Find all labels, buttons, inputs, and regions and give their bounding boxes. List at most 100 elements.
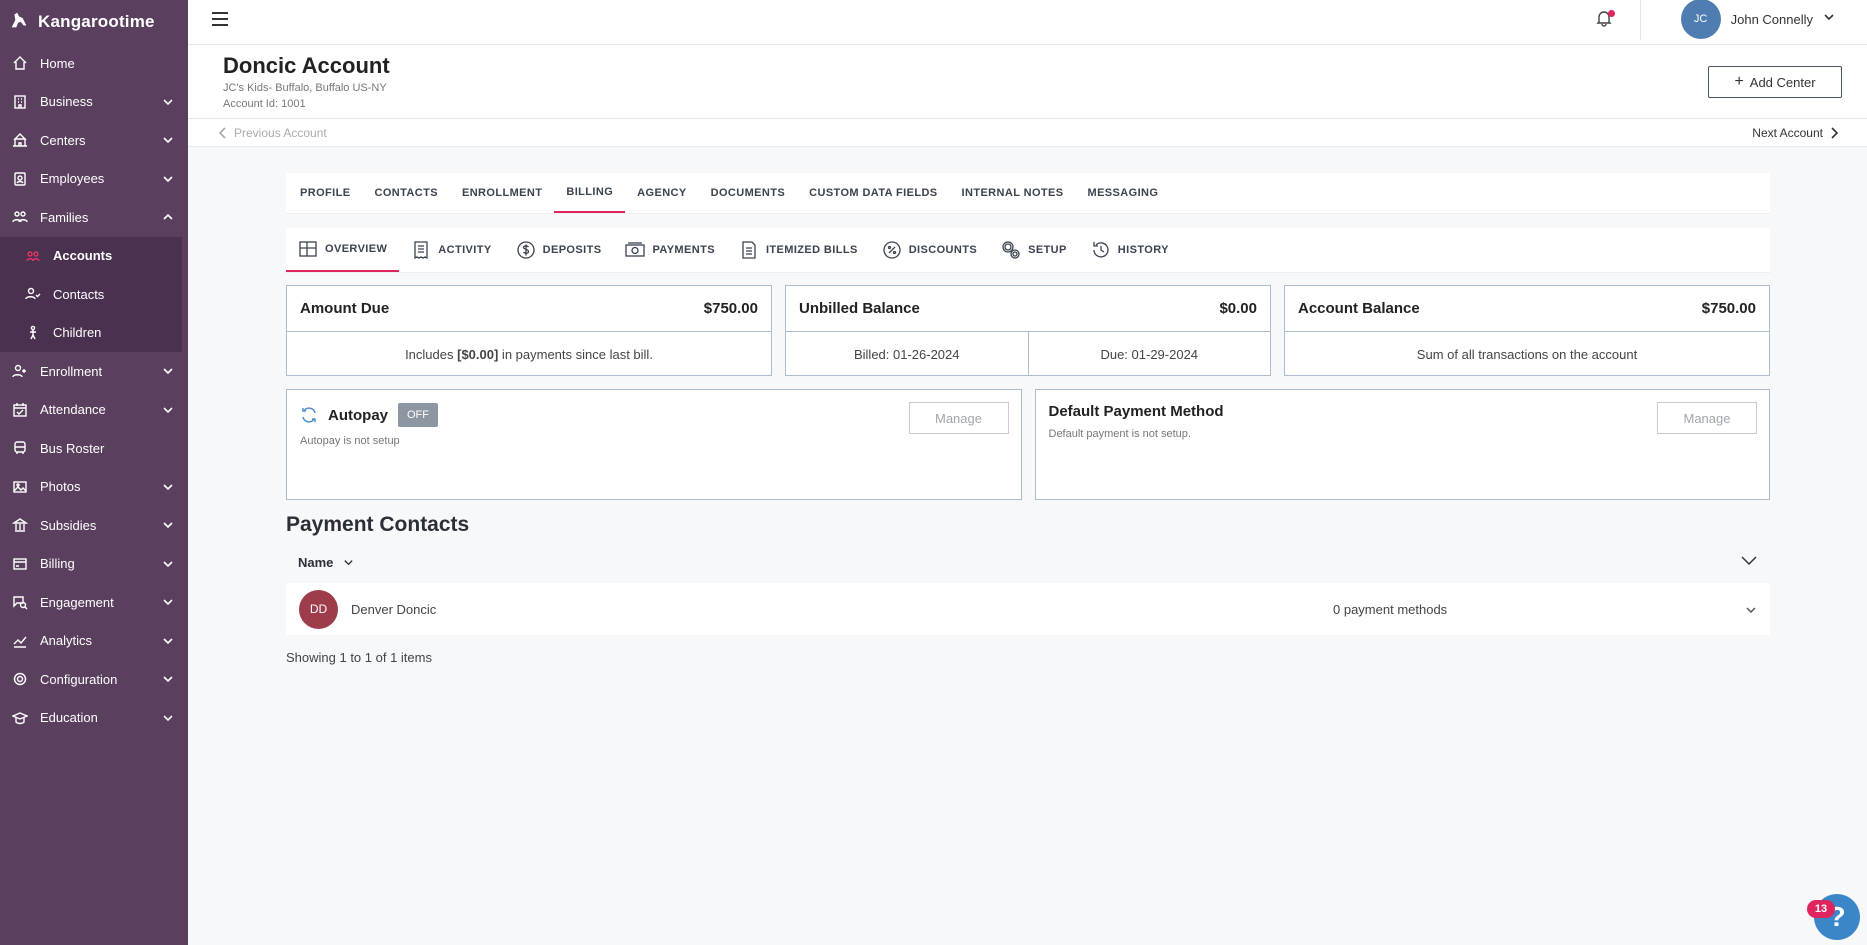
avatar: DD [299, 589, 338, 629]
chevron-down-icon [1823, 10, 1835, 28]
sidebar-item-education[interactable]: Education [0, 699, 188, 738]
tab-contacts[interactable]: CONTACTS [362, 173, 450, 213]
sidebar-item-enrollment[interactable]: Enrollment [0, 352, 188, 391]
sidebar-item-centers[interactable]: Centers [0, 121, 188, 160]
autopay-manage-button[interactable]: Manage [908, 402, 1009, 434]
id-badge-icon [11, 170, 29, 188]
document-list-icon [742, 241, 756, 259]
note-amount: [$0.00] [457, 346, 499, 362]
chevron-down-icon [162, 712, 174, 724]
chevron-down-icon[interactable] [1745, 603, 1757, 621]
sidebar-item-label: Subsidies [40, 517, 97, 533]
notification-dot [1608, 10, 1615, 17]
sidebar-item-photos[interactable]: Photos [0, 468, 188, 507]
next-account-link[interactable]: Next Account [1752, 126, 1839, 140]
table-row[interactable]: DD Denver Doncic 0 payment methods [286, 583, 1770, 635]
sidebar-item-label: Photos [40, 479, 81, 495]
sidebar-item-billing[interactable]: Billing [0, 545, 188, 584]
tab-setup[interactable]: SETUP [989, 228, 1079, 272]
user-name: John Connelly [1730, 11, 1813, 27]
tab-internal-notes[interactable]: INTERNAL NOTES [950, 173, 1076, 213]
notification-bell-icon[interactable] [1595, 9, 1615, 29]
sidebar-item-home[interactable]: Home [0, 44, 188, 83]
sidebar-item-configuration[interactable]: Configuration [0, 660, 188, 699]
default-payment-panel: Default Payment Method Default payment i… [1034, 389, 1770, 500]
sidebar-item-label: Children [53, 325, 102, 341]
avatar: JC [1680, 0, 1721, 39]
card-value: $750.00 [1701, 300, 1756, 317]
tab-discounts[interactable]: DISCOUNTS [870, 228, 989, 272]
sidebar-item-attendance[interactable]: Attendance [0, 391, 188, 430]
chevron-down-icon [162, 673, 174, 685]
name-sort-button[interactable]: Name [298, 555, 354, 570]
tab-custom-data-fields[interactable]: CUSTOM DATA FIELDS [797, 173, 949, 213]
chat-search-icon [11, 593, 29, 611]
sidebar-item-accounts[interactable]: Accounts [0, 237, 182, 276]
tab-messaging[interactable]: MESSAGING [1076, 173, 1171, 213]
account-balance-card: Account Balance $750.00 Sum of all trans… [1284, 285, 1770, 376]
tab-billing[interactable]: BILLING [554, 173, 626, 213]
sidebar-item-label: Analytics [40, 633, 93, 649]
sidebar-item-business[interactable]: Business [0, 83, 188, 122]
tab-profile[interactable]: PROFILE [288, 173, 362, 213]
balance-cards: Amount Due $750.00 Includes [$0.00] in p… [286, 285, 1770, 376]
help-badge: 13 [1807, 900, 1835, 918]
tab-agency[interactable]: AGENCY [625, 173, 698, 213]
plus-icon: + [1734, 73, 1744, 90]
percent-badge-icon [883, 241, 901, 259]
sidebar-item-families[interactable]: Families [0, 198, 188, 237]
tab-label: DEPOSITS [542, 244, 602, 256]
tab-label: DISCOUNTS [908, 244, 978, 256]
account-balance-note: Sum of all transactions on the account [1416, 346, 1638, 362]
sidebar-item-employees[interactable]: Employees [0, 160, 188, 199]
default-payment-title: Default Payment Method [1048, 403, 1224, 420]
sidebar-item-bus-roster[interactable]: Bus Roster [0, 429, 188, 468]
tab-deposits[interactable]: DEPOSITS [504, 228, 614, 272]
sidebar-item-contacts[interactable]: Contacts [0, 275, 182, 314]
autopay-toggle[interactable]: OFF [398, 403, 438, 427]
tab-activity[interactable]: ACTIVITY [399, 228, 503, 272]
sidebar-item-label: Families [40, 209, 89, 225]
sidebar-item-engagement[interactable]: Engagement [0, 583, 188, 622]
tab-history[interactable]: HISTORY [1079, 228, 1181, 272]
chevron-down-icon [162, 558, 174, 570]
hamburger-menu-icon[interactable] [212, 12, 228, 26]
autopay-panel: Autopay OFF Autopay is not setup Manage [286, 389, 1022, 500]
default-payment-manage-button[interactable]: Manage [1657, 402, 1757, 434]
child-icon [24, 324, 42, 342]
expand-all-icon[interactable] [1740, 553, 1758, 571]
page-title: Doncic Account [223, 53, 390, 78]
sidebar-item-label: Home [40, 55, 75, 71]
tab-enrollment[interactable]: ENROLLMENT [450, 173, 554, 213]
calendar-check-icon [11, 401, 29, 419]
payment-contacts-title: Payment Contacts [286, 513, 470, 536]
previous-account-link[interactable]: Previous Account [218, 126, 327, 140]
card-label: Account Balance [1298, 300, 1420, 317]
payment-panels: Autopay OFF Autopay is not setup Manage … [286, 389, 1770, 500]
credit-card-icon [11, 555, 29, 573]
brand[interactable]: Kangarootime [0, 0, 188, 44]
sidebar-item-label: Employees [40, 171, 105, 187]
brand-name: Kangarootime [38, 12, 155, 31]
contacts-icon [24, 285, 42, 303]
tab-overview[interactable]: OVERVIEW [286, 228, 400, 272]
chevron-up-icon [162, 211, 174, 223]
user-menu[interactable]: JC John Connelly [1680, 0, 1835, 39]
next-account-label: Next Account [1752, 126, 1823, 140]
add-center-label: Add Center [1749, 74, 1816, 90]
chevron-down-icon [162, 404, 174, 416]
tab-itemized-bills[interactable]: ITEMIZED BILLS [727, 228, 870, 272]
add-center-button[interactable]: + Add Center [1708, 66, 1842, 98]
school-icon [11, 131, 29, 149]
tab-documents[interactable]: DOCUMENTS [699, 173, 798, 213]
account-id: Account Id: 1001 [223, 98, 306, 110]
tab-payments[interactable]: PAYMENTS [613, 228, 727, 272]
sidebar-item-label: Enrollment [40, 363, 103, 379]
topbar-divider [1640, 0, 1641, 40]
sidebar-item-children[interactable]: Children [0, 314, 182, 353]
grid-icon [299, 241, 317, 257]
families-submenu: Accounts Contacts Children [0, 236, 182, 353]
sidebar-item-subsidies[interactable]: Subsidies [0, 506, 188, 545]
sidebar-item-analytics[interactable]: Analytics [0, 622, 188, 661]
sidebar-item-label: Bus Roster [40, 440, 105, 456]
